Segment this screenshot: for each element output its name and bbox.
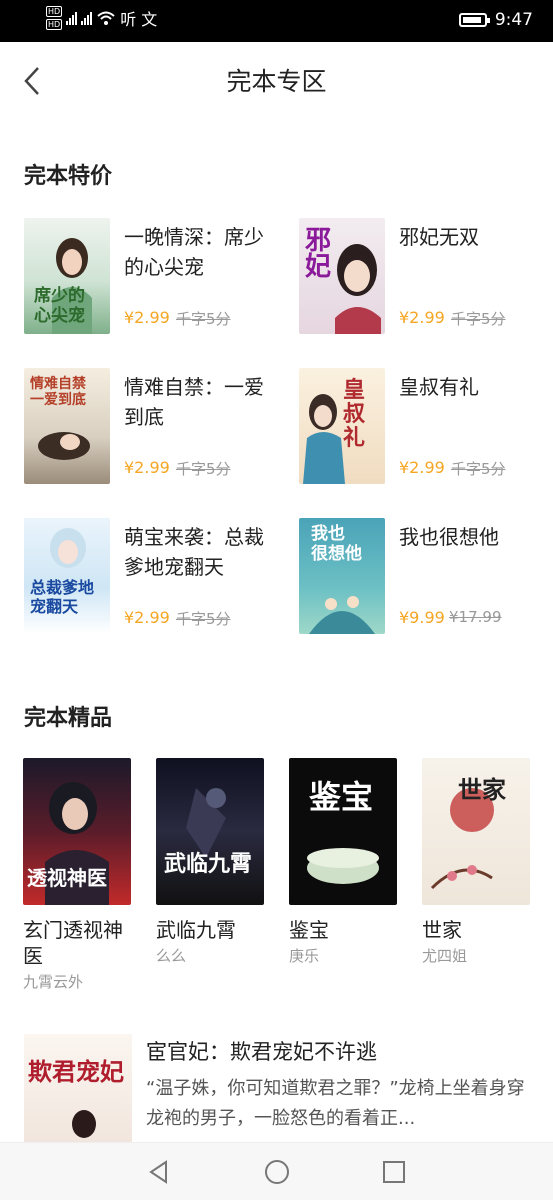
deal-item[interactable]: 总裁爹地 宠翻天 萌宝来袭：总裁爹地宠翻天 ¥2.99 千字5分	[24, 518, 269, 636]
deal-original-price: 千字5分	[451, 460, 506, 478]
book-cover[interactable]: 武临九霄	[156, 758, 264, 905]
header: 完本专区	[0, 42, 553, 120]
premium-item[interactable]: 世家 世家 尤四姐	[422, 758, 532, 966]
deal-title[interactable]: 邪妃无双	[399, 222, 539, 252]
section-heading-premium: 完本精品	[24, 706, 113, 731]
book-cover[interactable]: 鉴宝	[289, 758, 397, 905]
deal-original-price: 千字5分	[176, 310, 231, 328]
status-time: 9:47	[494, 10, 533, 30]
status-app-text: 听 文	[120, 10, 158, 29]
deal-price: ¥2.99	[124, 458, 170, 477]
featured-description: “温子姝，你可知道欺君之罪？”龙椅上坐着身穿龙袍的男子，一脸怒色的看着正...	[146, 1078, 525, 1129]
premium-title[interactable]: 武临九霄	[156, 917, 266, 943]
nav-home-icon[interactable]	[260, 1155, 294, 1189]
nav-back-icon[interactable]	[142, 1155, 176, 1189]
book-cover[interactable]: 邪妃	[299, 218, 385, 334]
book-cover[interactable]: 我也 很想他	[299, 518, 385, 634]
deal-item[interactable]: 我也 很想他 我也很想他 ¥9.99 ¥17.99	[299, 518, 544, 636]
book-cover[interactable]: 总裁爹地 宠翻天	[24, 518, 110, 634]
deal-original-price: 千字5分	[451, 310, 506, 328]
deal-title[interactable]: 情难自禁：一爱到底	[124, 372, 264, 432]
deal-item[interactable]: 席少的 心尖宠 一晚情深：席少的心尖宠 ¥2.99 千字5分	[24, 218, 269, 336]
premium-title[interactable]: 玄门透视神医	[23, 917, 133, 969]
deal-price: ¥2.99	[124, 308, 170, 327]
status-left: HD HD 听 文	[46, 6, 157, 30]
battery-icon	[458, 13, 490, 27]
book-cover[interactable]: 皇叔礼	[299, 368, 385, 484]
deal-title[interactable]: 一晚情深：席少的心尖宠	[124, 222, 264, 282]
signal-icon	[66, 11, 78, 25]
premium-author: 么么	[156, 947, 187, 965]
premium-title[interactable]: 世家	[422, 917, 532, 943]
deal-title[interactable]: 皇叔有礼	[399, 372, 539, 402]
deal-price: ¥2.99	[124, 608, 170, 627]
section-heading-deals: 完本特价	[24, 164, 113, 189]
premium-item[interactable]: 武临九霄 武临九霄 么么	[156, 758, 266, 966]
book-cover[interactable]: 情难自禁 一爱到底	[24, 368, 110, 484]
book-cover[interactable]: 席少的 心尖宠	[24, 218, 110, 334]
premium-item[interactable]: 鉴宝 鉴宝 庚乐	[289, 758, 399, 966]
premium-title[interactable]: 鉴宝	[289, 917, 399, 943]
deal-original-price: 千字5分	[176, 610, 231, 628]
deal-item[interactable]: 情难自禁 一爱到底 情难自禁：一爱到底 ¥2.99 千字5分	[24, 368, 269, 486]
wifi-icon	[97, 11, 115, 25]
premium-item[interactable]: 透视神医 玄门透视神医 九霄云外	[23, 758, 133, 992]
premium-author: 尤四姐	[422, 947, 468, 965]
featured-title[interactable]: 宦官妃：欺君宠妃不许逃	[146, 1036, 377, 1066]
book-cover[interactable]: 欺君宠妃	[24, 1034, 132, 1154]
deal-price: ¥9.99	[399, 608, 445, 627]
premium-author: 九霄云外	[23, 973, 84, 991]
deal-title[interactable]: 萌宝来袭：总裁爹地宠翻天	[124, 522, 264, 582]
status-right: 9:47	[458, 10, 533, 30]
nav-recents-icon[interactable]	[377, 1155, 411, 1189]
deal-price: ¥2.99	[399, 458, 445, 477]
status-bar: HD HD 听 文 9:47	[0, 0, 553, 42]
page-title: 完本专区	[226, 67, 327, 96]
hd-badge: HD HD	[46, 6, 63, 30]
deal-item[interactable]: 皇叔礼 皇叔有礼 ¥2.99 千字5分	[299, 368, 544, 486]
book-cover[interactable]: 世家	[422, 758, 530, 905]
deal-original-price: ¥17.99	[449, 608, 502, 626]
signal-icon	[81, 11, 93, 25]
featured-book[interactable]: 欺君宠妃 宦官妃：欺君宠妃不许逃 “温子姝，你可知道欺君之罪？”龙椅上坐着身穿龙…	[24, 1034, 534, 1154]
system-nav-bar	[0, 1142, 553, 1200]
deal-title[interactable]: 我也很想他	[399, 522, 539, 552]
premium-author: 庚乐	[289, 947, 320, 965]
deal-price: ¥2.99	[399, 308, 445, 327]
deal-item[interactable]: 邪妃 邪妃无双 ¥2.99 千字5分	[299, 218, 544, 336]
book-cover[interactable]: 透视神医	[23, 758, 131, 905]
deal-original-price: 千字5分	[176, 460, 231, 478]
